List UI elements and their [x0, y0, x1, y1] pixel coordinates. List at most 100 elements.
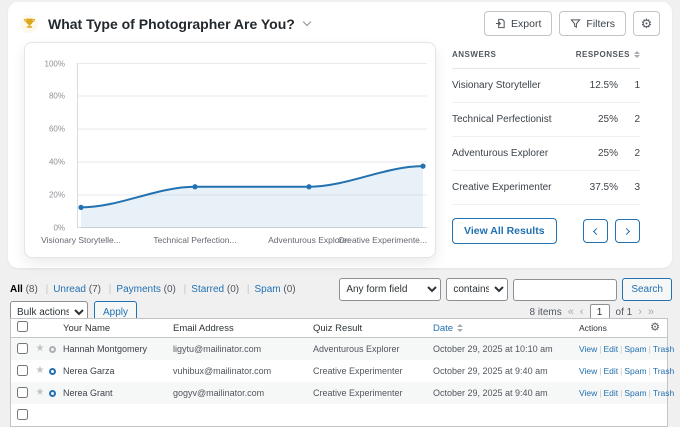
entry-quiz-result: Adventurous Explorer [313, 344, 433, 354]
answer-percent: 12.5% [576, 80, 618, 91]
view-filter-label: Unread [53, 284, 86, 295]
star-icon[interactable]: ★ [33, 388, 47, 398]
view-filter-unread-link[interactable]: Unread (7) [53, 284, 101, 295]
view-filter-label: Spam [254, 284, 280, 295]
trash-link[interactable]: Trash [653, 344, 674, 354]
read-indicator-icon[interactable] [49, 368, 56, 375]
view-filter-label: Payments [116, 284, 160, 295]
view-filter-starred[interactable]: Starred (0) [179, 284, 239, 295]
view-link[interactable]: View [579, 366, 597, 376]
date-header-label: Date [433, 323, 453, 334]
results-header: What Type of Photographer Are You? Expor… [8, 2, 672, 36]
trophy-icon [20, 15, 38, 33]
operator-select[interactable]: contains [446, 278, 508, 301]
filters-button[interactable]: Filters [559, 11, 626, 36]
pagination-next-icon[interactable]: › [638, 307, 642, 318]
chart-y-axis: 0%20%40%60%80%100% [31, 63, 71, 229]
view-filter-count: (7) [89, 284, 101, 295]
answers-prev-button[interactable] [583, 219, 608, 243]
row-checkbox[interactable] [17, 365, 28, 376]
search-entries-input[interactable] [513, 279, 617, 301]
answers-panel-header: ANSWERS RESPONSES [452, 50, 640, 69]
answer-row: Visionary Storyteller 12.5% 1 [452, 69, 640, 103]
entry-date: October 29, 2025 at 9:40 am [433, 366, 579, 376]
results-chart-card: 0%20%40%60%80%100% Visionary Storytelle.… [24, 42, 436, 258]
edit-link[interactable]: Edit [604, 344, 619, 354]
row-checkbox[interactable] [17, 343, 28, 354]
read-indicator-icon[interactable] [49, 390, 56, 397]
entry-name: Nerea Grant [63, 388, 173, 398]
entry-name: Nerea Garza [63, 366, 173, 376]
read-indicator-icon[interactable] [49, 346, 56, 353]
export-button[interactable]: Export [484, 11, 552, 36]
field-filter-select[interactable]: Any form field [339, 278, 441, 301]
spam-link[interactable]: Spam [624, 388, 646, 398]
y-axis-tick-label: 100% [45, 59, 65, 68]
export-icon [495, 18, 506, 29]
view-all-results-button[interactable]: View All Results [452, 218, 557, 244]
spam-link[interactable]: Spam [624, 344, 646, 354]
edit-link[interactable]: Edit [604, 388, 619, 398]
edit-link[interactable]: Edit [604, 366, 619, 376]
export-label: Export [511, 18, 541, 30]
star-icon[interactable]: ★ [33, 344, 47, 354]
chevron-right-icon [623, 227, 630, 234]
table-row: ★ Nerea Garza vuhibux@mailinator.com Cre… [11, 360, 667, 382]
row-checkbox[interactable] [17, 387, 28, 398]
answer-percent: 37.5% [576, 182, 618, 193]
y-axis-tick-label: 80% [49, 92, 65, 101]
entry-search-controls: Any form field contains Search [339, 278, 672, 301]
view-filter-label: All [10, 284, 23, 295]
sort-icon[interactable] [634, 51, 640, 59]
column-header-quiz-result: Quiz Result [313, 323, 433, 334]
trash-link[interactable]: Trash [653, 366, 674, 376]
select-all-checkbox[interactable] [17, 321, 28, 332]
x-axis-tick-label: Creative Experimente... [338, 235, 427, 245]
view-filter-starred-link[interactable]: Starred (0) [191, 284, 239, 295]
view-filter-all[interactable]: All (8) [10, 284, 38, 295]
view-filter-label: Starred [191, 284, 224, 295]
responses-column-header[interactable]: RESPONSES [576, 50, 630, 59]
table-row: ★ Hannah Montgomery ligytu@mailinator.co… [11, 338, 667, 360]
y-axis-tick-label: 0% [53, 223, 65, 232]
pagination-first-icon[interactable]: « [568, 307, 574, 318]
view-link[interactable]: View [579, 388, 597, 398]
filter-funnel-icon [570, 18, 581, 29]
answer-percent: 25% [576, 148, 618, 159]
view-filter-payments[interactable]: Payments (0) [104, 284, 176, 295]
quiz-results-card: What Type of Photographer Are You? Expor… [8, 2, 672, 268]
answers-pager [583, 219, 640, 243]
y-axis-tick-label: 20% [49, 191, 65, 200]
trash-link[interactable]: Trash [653, 388, 674, 398]
answers-panel: ANSWERS RESPONSES Visionary Storyteller … [452, 50, 640, 244]
y-axis-tick-label: 40% [49, 158, 65, 167]
pagination-prev-icon[interactable]: ‹ [580, 307, 584, 318]
answer-label: Creative Experimenter [452, 182, 576, 193]
view-filter-unread[interactable]: Unread (7) [41, 284, 101, 295]
row-checkbox[interactable] [17, 409, 28, 420]
spam-link[interactable]: Spam [624, 366, 646, 376]
search-button[interactable]: Search [622, 278, 672, 301]
star-icon[interactable]: ★ [33, 366, 47, 376]
view-filter-payments-link[interactable]: Payments (0) [116, 284, 175, 295]
answers-next-button[interactable] [615, 219, 640, 243]
view-link[interactable]: View [579, 344, 597, 354]
view-filter-all-link[interactable]: All (8) [10, 284, 38, 295]
entries-table-header: Your Name Email Address Quiz Result Date… [11, 319, 667, 338]
chart-x-axis: Visionary Storytelle...Technical Perfect… [77, 235, 427, 247]
view-filter-spam-link[interactable]: Spam (0) [254, 284, 295, 295]
entry-email: ligytu@mailinator.com [173, 344, 313, 354]
chevron-down-icon[interactable] [303, 18, 311, 26]
trophy-glyph [23, 17, 36, 30]
answer-label: Technical Perfectionist [452, 114, 576, 125]
entry-quiz-result: Creative Experimenter [313, 366, 433, 376]
column-header-date[interactable]: Date [433, 323, 579, 334]
pagination-last-icon[interactable]: » [648, 307, 654, 318]
settings-button[interactable]: ⚙ [633, 11, 660, 36]
header-actions: Export Filters ⚙ [484, 11, 660, 36]
items-count: 8 items [529, 307, 561, 318]
view-filter-spam[interactable]: Spam (0) [242, 284, 296, 295]
answer-row: Technical Perfectionist 25% 2 [452, 103, 640, 137]
entry-actions: View|Edit|Spam|Trash [579, 344, 674, 354]
table-settings-gear-icon[interactable]: ⚙ [650, 323, 660, 334]
